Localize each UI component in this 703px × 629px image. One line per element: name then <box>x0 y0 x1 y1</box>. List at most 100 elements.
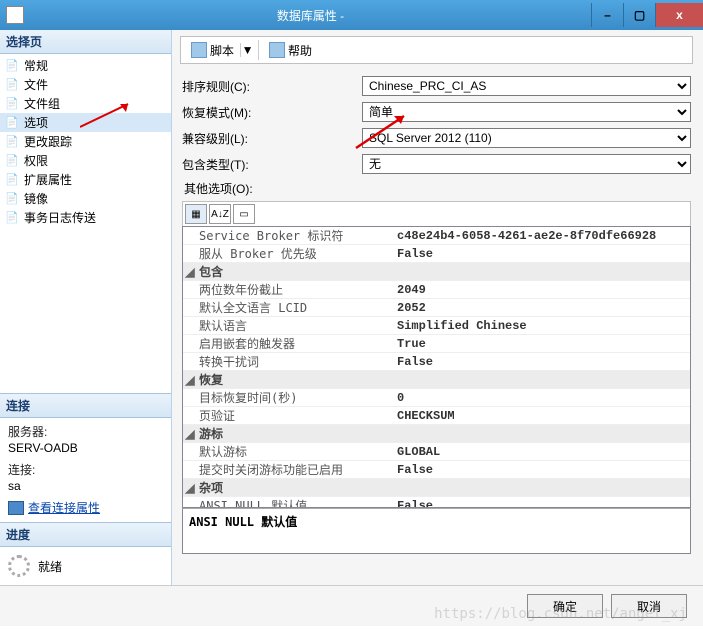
property-value[interactable]: True <box>393 335 690 352</box>
script-label: 脚本 <box>210 42 234 59</box>
recovery-select[interactable]: 简单 <box>362 102 691 122</box>
propgrid-category[interactable]: ◢包含 <box>183 263 690 281</box>
property-name: 默认语言 <box>183 317 393 334</box>
property-name: 两位数年份截止 <box>183 281 393 298</box>
dialog-footer: 确定 取消 https://blog.csdn.net/angel_xj <box>0 586 703 626</box>
sidebar-item-8[interactable]: 📄事务日志传送 <box>0 208 171 227</box>
page-list: 📄常规📄文件📄文件组📄选项📄更改跟踪📄权限📄扩展属性📄镜像📄事务日志传送 <box>0 54 171 229</box>
property-description-title: ANSI NULL 默认值 <box>189 513 684 530</box>
property-value[interactable]: GLOBAL <box>393 443 690 460</box>
page-icon: 📄 <box>4 77 20 93</box>
progress-spinner-icon <box>8 555 30 577</box>
containment-select[interactable]: 无 <box>362 154 691 174</box>
compat-select[interactable]: SQL Server 2012 (110) <box>362 128 691 148</box>
page-icon: 📄 <box>4 191 20 207</box>
property-value[interactable]: CHECKSUM <box>393 407 690 424</box>
collapse-icon[interactable]: ◢ <box>183 263 197 280</box>
toolbar: 脚本 ▼ 帮助 <box>180 36 693 64</box>
sidebar-item-6[interactable]: 📄扩展属性 <box>0 170 171 189</box>
categorized-button[interactable]: ▦ <box>185 204 207 224</box>
page-icon: 📄 <box>4 134 20 150</box>
app-icon <box>6 6 24 24</box>
property-value[interactable]: False <box>393 245 690 262</box>
script-icon <box>191 42 207 58</box>
property-description: ANSI NULL 默认值 <box>182 508 691 554</box>
containment-label: 包含类型(T): <box>182 156 362 173</box>
category-name: 杂项 <box>197 479 690 496</box>
script-button[interactable]: 脚本 <box>185 40 240 61</box>
property-name: 默认游标 <box>183 443 393 460</box>
propgrid-row[interactable]: ANSI NULL 默认值False <box>183 497 690 508</box>
property-name: Service Broker 标识符 <box>183 227 393 244</box>
minimize-button[interactable]: – <box>591 3 623 27</box>
cancel-button[interactable]: 取消 <box>611 594 687 618</box>
propgrid-row[interactable]: 默认语言Simplified Chinese <box>183 317 690 335</box>
category-name: 包含 <box>197 263 690 280</box>
page-icon: 📄 <box>4 96 20 112</box>
close-button[interactable]: x <box>655 3 703 27</box>
sidebar-item-label: 事务日志传送 <box>24 209 96 226</box>
property-value[interactable]: False <box>393 461 690 478</box>
collapse-icon[interactable]: ◢ <box>183 479 197 496</box>
propgrid-row[interactable]: Service Broker 标识符c48e24b4-6058-4261-ae2… <box>183 227 690 245</box>
propgrid-row[interactable]: 页验证CHECKSUM <box>183 407 690 425</box>
connection-label: 连接: <box>8 462 163 478</box>
sidebar-item-1[interactable]: 📄文件 <box>0 75 171 94</box>
page-icon: 📄 <box>4 172 20 188</box>
page-icon: 📄 <box>4 153 20 169</box>
progress-header: 进度 <box>0 523 171 547</box>
connection-properties-icon <box>8 501 24 515</box>
sidebar-item-0[interactable]: 📄常规 <box>0 56 171 75</box>
alphabetical-button[interactable]: A↓Z <box>209 204 231 224</box>
property-grid[interactable]: Service Broker 标识符c48e24b4-6058-4261-ae2… <box>182 226 691 508</box>
help-label: 帮助 <box>288 42 312 59</box>
sidebar-item-4[interactable]: 📄更改跟踪 <box>0 132 171 151</box>
compat-label: 兼容级别(L): <box>182 130 362 147</box>
sidebar-item-label: 常规 <box>24 57 48 74</box>
maximize-button[interactable]: ▢ <box>623 3 655 27</box>
collation-label: 排序规则(C): <box>182 78 362 95</box>
server-label: 服务器: <box>8 424 163 440</box>
sidebar-item-3[interactable]: 📄选项 <box>0 113 171 132</box>
page-icon: 📄 <box>4 58 20 74</box>
ok-button[interactable]: 确定 <box>527 594 603 618</box>
propgrid-category[interactable]: ◢游标 <box>183 425 690 443</box>
help-button[interactable]: 帮助 <box>263 40 318 61</box>
propgrid-row[interactable]: 目标恢复时间(秒)0 <box>183 389 690 407</box>
propgrid-row[interactable]: 默认全文语言 LCID2052 <box>183 299 690 317</box>
propgrid-row[interactable]: 转换干扰词False <box>183 353 690 371</box>
progress-status: 就绪 <box>38 558 62 575</box>
property-value[interactable]: False <box>393 353 690 370</box>
connection-value: sa <box>8 478 163 494</box>
property-name: ANSI NULL 默认值 <box>183 497 393 508</box>
collation-select[interactable]: Chinese_PRC_CI_AS <box>362 76 691 96</box>
page-icon: 📄 <box>4 210 20 226</box>
property-pages-button[interactable]: ▭ <box>233 204 255 224</box>
propgrid-row[interactable]: 默认游标GLOBAL <box>183 443 690 461</box>
script-dropdown[interactable]: ▼ <box>240 43 254 57</box>
property-value[interactable]: 0 <box>393 389 690 406</box>
view-connection-link[interactable]: 查看连接属性 <box>28 500 100 516</box>
propgrid-row[interactable]: 提交时关闭游标功能已启用False <box>183 461 690 479</box>
other-options-label: 其他选项(O): <box>184 180 691 197</box>
propgrid-row[interactable]: 服从 Broker 优先级False <box>183 245 690 263</box>
property-value[interactable]: 2049 <box>393 281 690 298</box>
sidebar-item-label: 镜像 <box>24 190 48 207</box>
property-value[interactable]: Simplified Chinese <box>393 317 690 334</box>
sidebar-item-5[interactable]: 📄权限 <box>0 151 171 170</box>
property-value[interactable]: False <box>393 497 690 508</box>
propgrid-category[interactable]: ◢杂项 <box>183 479 690 497</box>
sidebar-item-7[interactable]: 📄镜像 <box>0 189 171 208</box>
propgrid-row[interactable]: 两位数年份截止2049 <box>183 281 690 299</box>
property-value[interactable]: 2052 <box>393 299 690 316</box>
category-name: 恢复 <box>197 371 690 388</box>
server-value: SERV-OADB <box>8 440 163 456</box>
collapse-icon[interactable]: ◢ <box>183 425 197 442</box>
sidebar-item-2[interactable]: 📄文件组 <box>0 94 171 113</box>
connection-header: 连接 <box>0 394 171 418</box>
property-name: 启用嵌套的触发器 <box>183 335 393 352</box>
propgrid-category[interactable]: ◢恢复 <box>183 371 690 389</box>
collapse-icon[interactable]: ◢ <box>183 371 197 388</box>
propgrid-row[interactable]: 启用嵌套的触发器True <box>183 335 690 353</box>
property-value[interactable]: c48e24b4-6058-4261-ae2e-8f70dfe66928 <box>393 227 690 244</box>
